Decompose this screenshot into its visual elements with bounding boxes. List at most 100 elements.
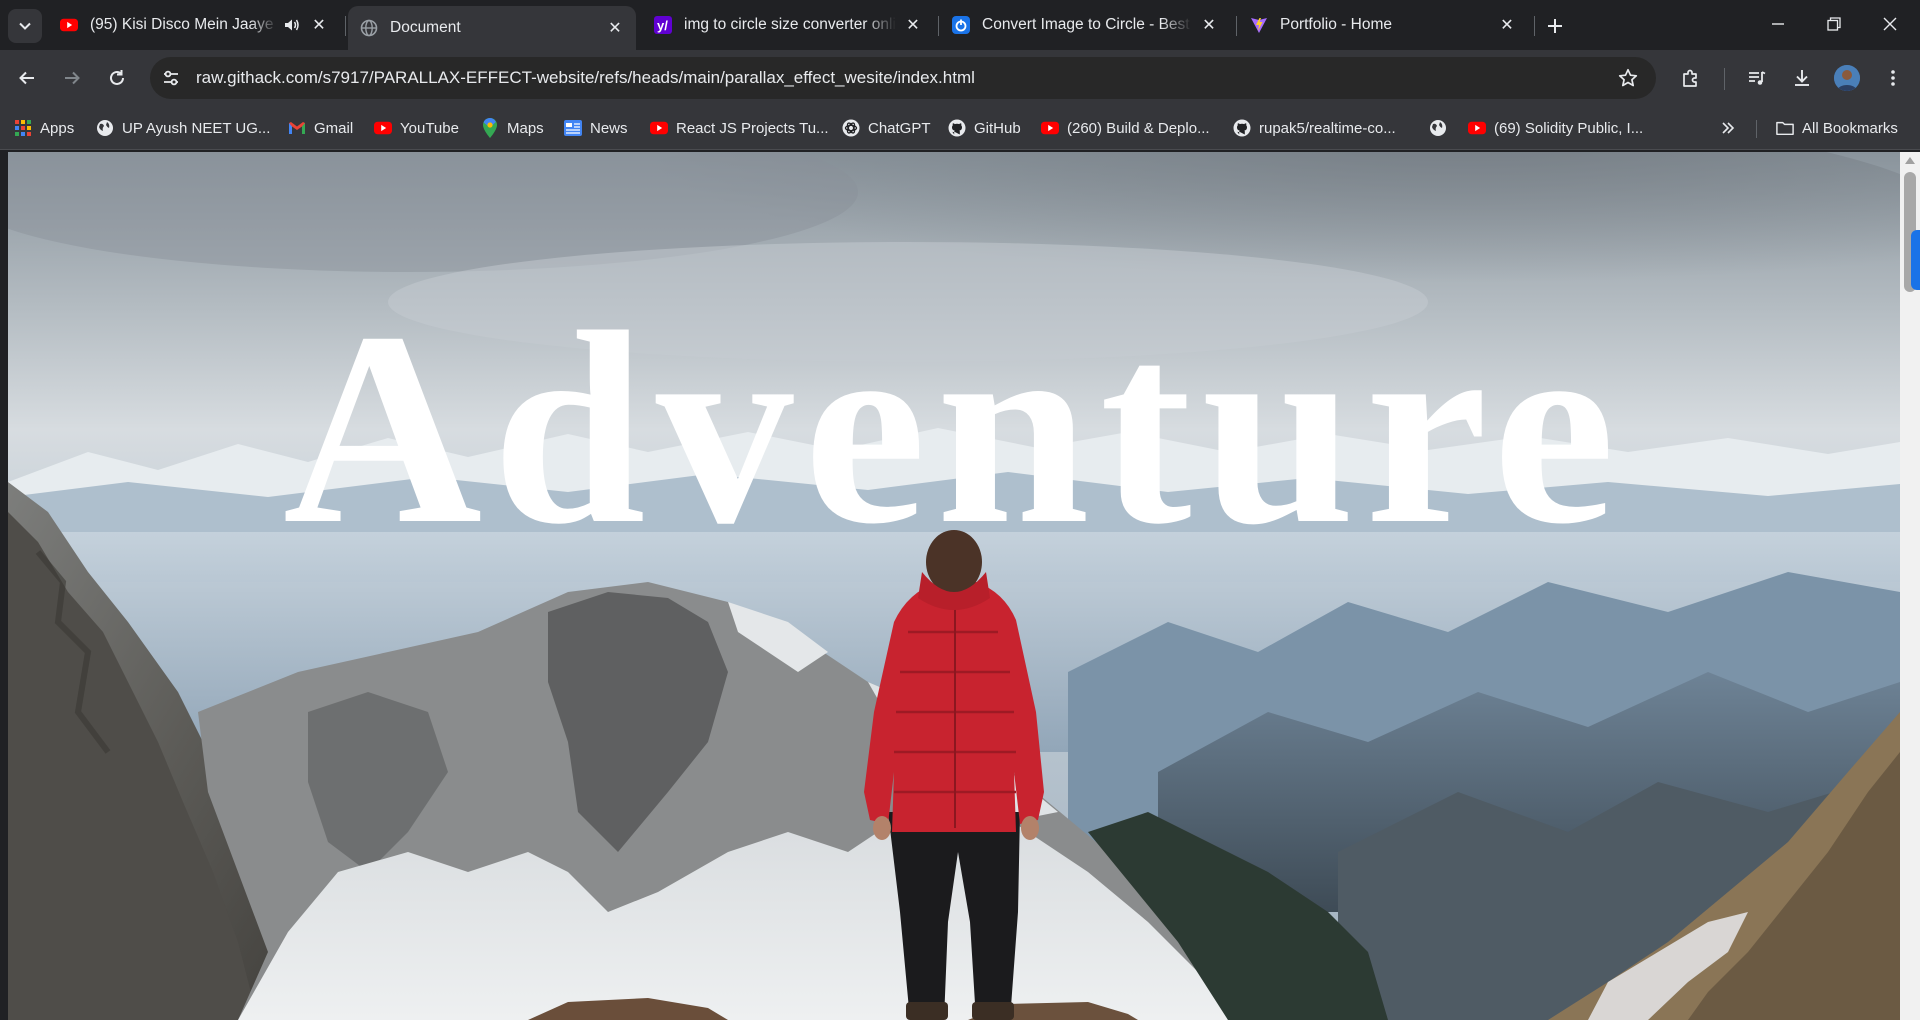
- tab-divider: [345, 16, 346, 36]
- bookmark-star-button[interactable]: [1616, 66, 1640, 90]
- github-icon: [1233, 119, 1251, 137]
- close-icon[interactable]: ✕: [1200, 16, 1218, 34]
- tab-title: (95) Kisi Disco Mein Jaaye K: [90, 16, 278, 33]
- bookmark-rupak5-repo[interactable]: rupak5/realtime-co...: [1233, 116, 1396, 140]
- arrow-left-icon: [19, 71, 34, 85]
- bookmarks-bar: Apps UP Ayush NEET UG... Gmail YouTube M…: [0, 106, 1920, 150]
- restore-icon: [1827, 17, 1841, 31]
- minimize-button[interactable]: [1750, 0, 1806, 48]
- address-bar[interactable]: raw.githack.com/s7917/PARALLAX-EFFECT-we…: [150, 57, 1656, 99]
- puzzle-icon: [1683, 69, 1697, 87]
- bookmark-unnamed[interactable]: [1429, 116, 1455, 140]
- bookmark-news[interactable]: News: [564, 116, 628, 140]
- gmail-icon: [288, 119, 306, 137]
- bookmark-react-projects[interactable]: React JS Projects Tu...: [650, 116, 829, 140]
- bookmark-label: (260) Build & Deplo...: [1067, 119, 1210, 137]
- download-icon: [1795, 70, 1809, 86]
- tab-convert-image[interactable]: Convert Image to Circle - Best I ✕: [940, 7, 1230, 43]
- hero-title: Adventure: [282, 275, 1626, 581]
- tab-portfolio[interactable]: Portfolio - Home ✕: [1238, 7, 1528, 43]
- scroll-up-arrow-icon[interactable]: [1905, 156, 1915, 164]
- tab-youtube-video[interactable]: (95) Kisi Disco Mein Jaaye K ✕: [48, 7, 340, 43]
- queue-music-icon: [1749, 71, 1766, 85]
- tab-title: Convert Image to Circle - Best I: [982, 16, 1192, 33]
- tab-search-button[interactable]: [8, 9, 42, 43]
- globe-icon: [360, 19, 378, 37]
- bookmark-solidity[interactable]: (69) Solidity Public, I...: [1468, 116, 1643, 140]
- double-chevron-right-icon: [1722, 122, 1735, 134]
- bookmark-gmail[interactable]: Gmail: [288, 116, 353, 140]
- youtube-icon: [650, 119, 668, 137]
- power-icon: [952, 16, 970, 34]
- back-button[interactable]: [10, 61, 44, 95]
- bookmark-label: React JS Projects Tu...: [676, 119, 829, 137]
- extensions-button[interactable]: [1674, 61, 1708, 95]
- side-panel-tab[interactable]: [1911, 230, 1920, 290]
- menu-button[interactable]: [1876, 61, 1910, 95]
- bookmarks-overflow-button[interactable]: [1716, 116, 1740, 140]
- globe-icon: [1429, 119, 1447, 137]
- page-viewport: Adventure: [8, 152, 1900, 1020]
- yahoo-icon: y/: [654, 16, 672, 34]
- tune-icon: [164, 70, 178, 86]
- close-icon[interactable]: ✕: [606, 19, 624, 37]
- svg-text:y/: y/: [657, 18, 668, 33]
- browser-toolbar: raw.githack.com/s7917/PARALLAX-EFFECT-we…: [0, 50, 1920, 106]
- bookmark-label: News: [590, 119, 628, 137]
- reload-icon: [110, 70, 124, 85]
- github-icon: [948, 119, 966, 137]
- toolbar-divider: [1724, 68, 1725, 90]
- restore-button[interactable]: [1806, 0, 1862, 48]
- bookmark-label: rupak5/realtime-co...: [1259, 119, 1396, 137]
- folder-icon: [1776, 119, 1794, 137]
- bookmark-github[interactable]: GitHub: [948, 116, 1021, 140]
- chatgpt-icon: [842, 119, 860, 137]
- youtube-icon: [1468, 119, 1486, 137]
- reload-button[interactable]: [100, 61, 134, 95]
- bookmark-label: Gmail: [314, 119, 354, 137]
- bookmark-apps[interactable]: Apps: [14, 116, 74, 140]
- bookmark-label: ChatGPT: [868, 119, 931, 137]
- tab-divider: [938, 16, 939, 36]
- bookmark-label: UP Ayush NEET UG...: [122, 119, 271, 137]
- close-icon[interactable]: ✕: [1498, 16, 1516, 34]
- maps-icon: [481, 118, 499, 138]
- tab-title: Portfolio - Home: [1280, 16, 1392, 33]
- tab-divider: [1534, 16, 1535, 36]
- plus-icon: [1548, 19, 1562, 33]
- site-info-button[interactable]: [156, 63, 186, 93]
- downloads-button[interactable]: [1785, 61, 1819, 95]
- profile-avatar[interactable]: [1834, 65, 1860, 91]
- bookmark-youtube[interactable]: YouTube: [374, 116, 459, 140]
- bookmark-up-ayush[interactable]: UP Ayush NEET UG...: [96, 116, 270, 140]
- chevron-down-icon: [19, 22, 31, 30]
- star-icon: [1618, 68, 1638, 87]
- speaker-icon[interactable]: [282, 18, 302, 32]
- close-icon[interactable]: ✕: [310, 16, 328, 34]
- bookmark-label: GitHub: [974, 119, 1021, 137]
- url-text: raw.githack.com/s7917/PARALLAX-EFFECT-we…: [196, 68, 975, 87]
- bookmark-label: Apps: [40, 119, 75, 137]
- arrow-right-icon: [65, 71, 80, 85]
- close-icon[interactable]: ✕: [904, 16, 922, 34]
- youtube-icon: [1041, 119, 1059, 137]
- bookmark-label: Maps: [507, 119, 544, 137]
- bookmark-label: YouTube: [400, 119, 459, 137]
- all-bookmarks-button[interactable]: All Bookmarks: [1776, 116, 1898, 140]
- bookmark-label: All Bookmarks: [1802, 119, 1898, 137]
- new-tab-button[interactable]: [1540, 11, 1570, 41]
- tab-title: img to circle size converter onli: [684, 16, 896, 33]
- minimize-icon: [1772, 23, 1784, 25]
- youtube-icon: [374, 119, 392, 137]
- bookmark-build-deploy[interactable]: (260) Build & Deplo...: [1041, 116, 1210, 140]
- media-controls-button[interactable]: [1740, 61, 1774, 95]
- bookmarks-divider: [1756, 120, 1757, 138]
- tab-strip: (95) Kisi Disco Mein Jaaye K ✕ Document …: [0, 0, 1920, 50]
- close-window-button[interactable]: [1862, 0, 1918, 48]
- forward-button[interactable]: [55, 61, 89, 95]
- tab-document[interactable]: Document ✕: [348, 6, 636, 50]
- news-icon: [564, 119, 582, 137]
- bookmark-chatgpt[interactable]: ChatGPT: [842, 116, 931, 140]
- bookmark-maps[interactable]: Maps: [481, 116, 544, 140]
- tab-yahoo-search[interactable]: y/ img to circle size converter onli ✕: [642, 7, 934, 43]
